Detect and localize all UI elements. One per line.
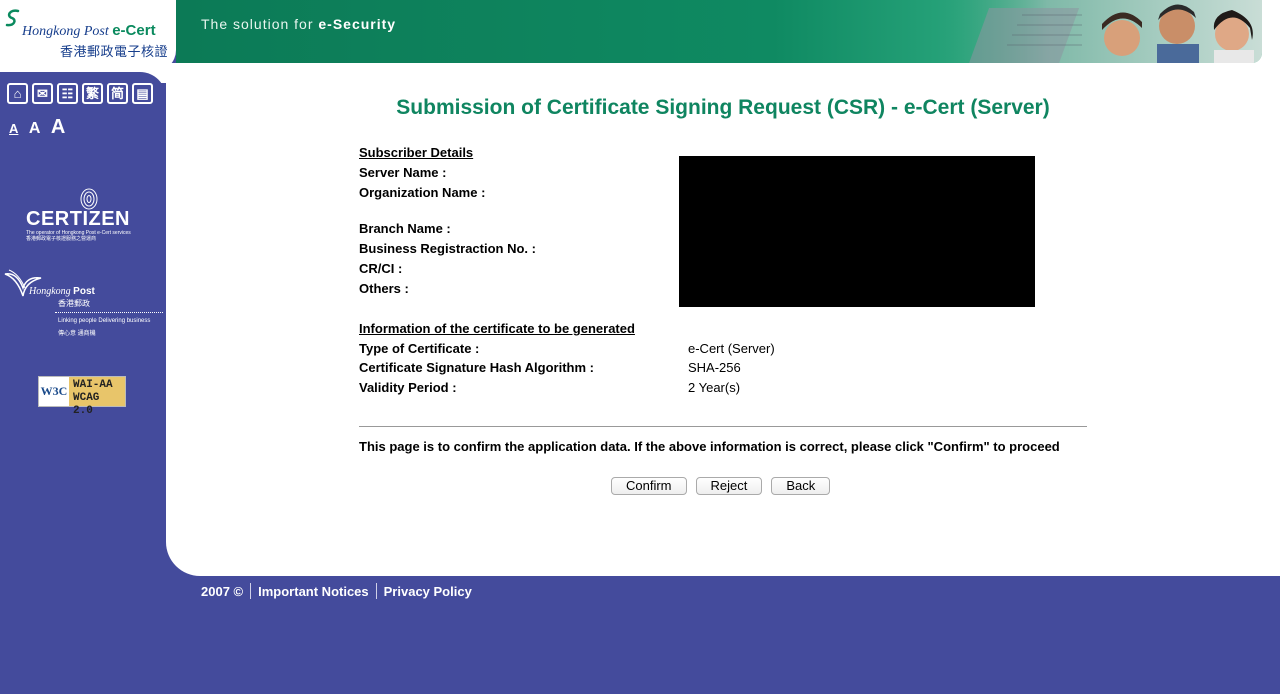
w3c-label: W3C [39, 377, 69, 406]
text-version-icon[interactable]: ▤ [132, 83, 153, 104]
validity-period-label: Validity Period : [359, 380, 457, 395]
others-label: Others : [359, 281, 409, 296]
logo-chinese: 香港郵政電子核證 [60, 44, 169, 59]
mail-icon[interactable]: ✉ [32, 83, 53, 104]
tagline-emphasis: e-Security [318, 16, 397, 32]
hash-algorithm-label: Certificate Signature Hash Algorithm : [359, 360, 594, 375]
certificate-type-label: Type of Certificate : [359, 341, 480, 356]
confirm-instructions: This page is to confirm the application … [359, 439, 1060, 454]
banner-family-photo [932, 0, 1262, 63]
w3c-wcag-badge[interactable]: W3C WAI-AA WCAG 2.0 [38, 376, 126, 417]
important-notices-link[interactable]: Important Notices [258, 584, 369, 599]
footer: 2007 © Important Notices Privacy Policy [201, 583, 472, 599]
redacted-subscriber-values [679, 156, 1035, 307]
action-buttons: Confirm Reject Back [611, 477, 831, 495]
hkpost-name-italic: Hongkong [29, 286, 71, 297]
business-registration-label: Business Registraction No. : [359, 241, 536, 256]
fingerprint-icon [80, 188, 98, 210]
main-content: Submission of Certificate Signing Reques… [166, 63, 1280, 576]
reject-button[interactable]: Reject [695, 477, 763, 495]
certizen-subtitle-zh: 香港郵政電子核證服務之營運商 [26, 236, 97, 242]
certificate-info-heading: Information of the certificate to be gen… [359, 321, 635, 336]
home-icon[interactable]: ⌂ [7, 83, 28, 104]
font-size-medium[interactable]: A [29, 120, 41, 138]
certizen-logo[interactable]: CERTIZEN The operator of Hongkong Post e… [26, 188, 140, 244]
validity-period-value: 2 Year(s) [688, 380, 741, 395]
back-button[interactable]: Back [771, 477, 831, 495]
footer-separator [250, 583, 252, 599]
branch-name-label: Branch Name : [359, 221, 451, 236]
cr-ci-label: CR/CI : [359, 261, 403, 276]
wcag-line1: WAI-AA [73, 379, 113, 391]
font-size-large[interactable]: A [51, 116, 65, 139]
font-size-small[interactable]: A [9, 121, 18, 136]
hkpost-name-zh: 香港郵政 [58, 299, 90, 308]
font-size-controls: A A A [9, 116, 71, 139]
hkpost-divider [55, 312, 163, 313]
page-title: Submission of Certificate Signing Reques… [396, 96, 1050, 119]
certificate-type-value: e-Cert (Server) [688, 341, 775, 356]
header-banner: The solution for e-Security [176, 0, 1262, 63]
logo-brand: Hongkong Post [22, 24, 109, 39]
hash-algorithm-value: SHA-256 [688, 360, 741, 375]
hongkong-post-ecert-logo[interactable]: Hongkong Post e-Cert 香港郵政電子核證 [0, 0, 176, 72]
hkpost-name-bold: Post [73, 286, 95, 297]
footer-separator [375, 583, 377, 599]
logo-swirl-icon [5, 9, 20, 27]
organization-name-label: Organization Name : [359, 185, 486, 200]
copyright: 2007 © [201, 583, 244, 599]
traditional-chinese-icon[interactable]: 繁 [82, 83, 103, 104]
wcag-line2: WCAG 2.0 [73, 392, 100, 417]
hkpost-slogan-en: Linking people Delivering business [58, 318, 151, 324]
certizen-subtitle: The operator of Hongkong Post e-Cert ser… [26, 230, 140, 242]
confirm-button[interactable]: Confirm [611, 477, 687, 495]
divider [359, 426, 1087, 427]
hkpost-name: Hongkong Post [29, 286, 95, 297]
privacy-policy-link[interactable]: Privacy Policy [384, 584, 472, 599]
wcag-label: WAI-AA WCAG 2.0 [69, 377, 125, 417]
logo-product: e-Cert [112, 22, 156, 39]
subscriber-details-heading: Subscriber Details [359, 145, 474, 160]
tagline: The solution for e-Security [201, 16, 396, 32]
sidebar-toolbar: ⌂ ✉ ☷ 繁 简 ▤ [7, 83, 153, 104]
certizen-name: CERTIZEN [26, 208, 130, 230]
logo-text: Hongkong Post e-Cert [22, 22, 156, 40]
hkpost-slogan-zh: 傳心意 通商機 [58, 331, 96, 337]
hongkong-post-logo[interactable]: Hongkong Post 香港郵政 Linking people Delive… [3, 268, 163, 340]
tagline-prefix: The solution for [201, 16, 319, 32]
server-name-label: Server Name : [359, 165, 447, 180]
sitemap-icon[interactable]: ☷ [57, 83, 78, 104]
simplified-chinese-icon[interactable]: 简 [107, 83, 128, 104]
